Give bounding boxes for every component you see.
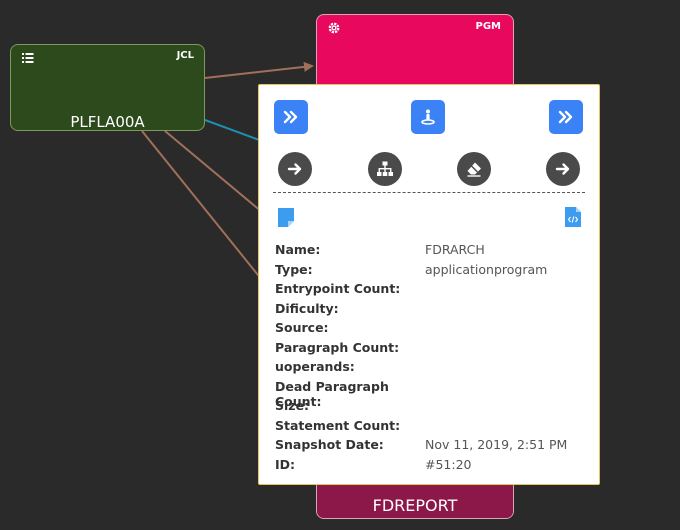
expand-left-button[interactable]: [274, 100, 308, 134]
info-label: Dificulty:: [275, 300, 339, 316]
edge-jcl-teal[interactable]: [204, 119, 263, 142]
info-label: uoperands:: [275, 359, 355, 374]
edge-jcl-to-pgm[interactable]: [204, 61, 314, 79]
edge-jcl-brown-1[interactable]: [164, 130, 263, 213]
info-row-snapshot-date: Snapshot Date: Nov 11, 2019, 2:51 PM: [275, 437, 585, 457]
info-row-source: Source:: [275, 320, 585, 340]
arrow-right-icon: [555, 163, 570, 175]
gear-icon: [327, 20, 341, 34]
info-label: Name:: [275, 242, 321, 257]
person-pin-icon: [421, 109, 435, 125]
info-row-statement-count: Statement Count:: [275, 418, 585, 438]
double-chevron-right-icon: [558, 110, 573, 124]
node-details-popup: Name: FDRARCH Type: applicationprogram E…: [258, 84, 600, 485]
code-file-icon[interactable]: [565, 207, 581, 227]
arrow-right-icon: [287, 163, 302, 175]
info-label: Size:: [275, 398, 310, 413]
focus-node-button[interactable]: [411, 100, 445, 134]
info-value: #51:20: [425, 456, 472, 472]
info-label: Entrypoint Count:: [275, 281, 401, 296]
node-info-list: Name: FDRARCH Type: applicationprogram E…: [275, 242, 585, 476]
info-row-size: Size:: [275, 398, 585, 418]
hierarchy-button[interactable]: [368, 152, 402, 186]
node-label: FDREPORT: [372, 496, 458, 515]
eraser-icon: [467, 162, 481, 177]
info-row-name: Name: FDRARCH: [275, 242, 585, 262]
double-chevron-right-icon: [283, 110, 298, 124]
popup-divider: [273, 192, 585, 193]
info-row-dead-paragraph-count: Dead Paragraph Count:: [275, 378, 585, 409]
node-type-tag: JCL: [176, 50, 194, 61]
list-icon: [21, 50, 35, 64]
clear-button[interactable]: [457, 152, 491, 186]
sitemap-icon: [377, 161, 393, 176]
info-row-id: ID: #51:20: [275, 457, 585, 477]
info-value: applicationprogram: [425, 261, 548, 277]
info-row-type: Type: applicationprogram: [275, 262, 585, 282]
info-label: Statement Count:: [275, 417, 401, 433]
info-row-paragraph-count: Paragraph Count:: [275, 340, 585, 360]
expand-right-button[interactable]: [549, 100, 583, 134]
info-row-dificulty: Dificulty:: [275, 301, 585, 321]
info-row-entrypoint-count: Entrypoint Count:: [275, 281, 585, 301]
info-row-uoperands: uoperands:: [275, 359, 585, 379]
jcl-node[interactable]: JCL PLFLA00A: [10, 44, 205, 131]
info-label: Dead Paragraph Count:: [275, 378, 389, 409]
edge-jcl-brown-2[interactable]: [141, 130, 263, 281]
info-value: Nov 11, 2019, 2:51 PM: [425, 437, 568, 452]
info-value: FDRARCH: [425, 242, 485, 257]
info-label: Paragraph Count:: [275, 339, 400, 355]
info-label: Source:: [275, 320, 329, 335]
info-label: Type:: [275, 261, 313, 277]
navigate-out-button[interactable]: [546, 152, 580, 186]
node-type-tag: PGM: [475, 21, 502, 32]
info-label: Snapshot Date:: [275, 437, 384, 452]
note-icon[interactable]: [278, 207, 294, 227]
info-label: ID:: [275, 456, 296, 472]
navigate-in-button[interactable]: [278, 152, 312, 186]
node-label: PLFLA00A: [70, 113, 145, 131]
